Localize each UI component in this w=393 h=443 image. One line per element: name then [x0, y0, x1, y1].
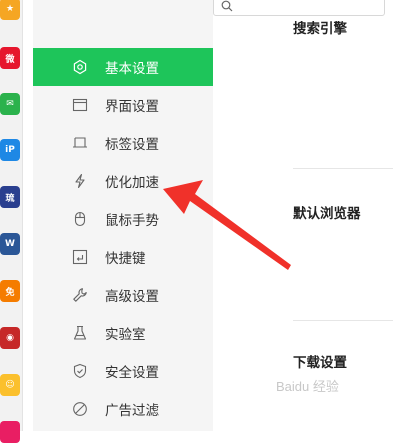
sidebar-item-label: 安全设置: [105, 365, 159, 381]
sidebar-item-label: 基本设置: [105, 61, 159, 77]
shield-icon: [71, 362, 89, 380]
sidebar-item-label: 鼠标手势: [105, 213, 159, 229]
novel-app-icon[interactable]: 免: [0, 280, 20, 302]
sidebar-item-label: 标签设置: [105, 137, 159, 153]
settings-sidebar: 基本设置 界面设置 标签设置 优化加速 鼠标手势 快捷键 高级设置 实验室 安全…: [33, 0, 213, 431]
sidebar-item-label: 实验室: [105, 327, 146, 343]
sidebar-item-ad-filter[interactable]: 广告过滤: [33, 390, 213, 428]
sidebar-item-security-settings[interactable]: 安全设置: [33, 352, 213, 390]
shortcut-key-icon: [71, 248, 89, 266]
divider: [293, 168, 393, 169]
panda-app-icon[interactable]: ◉: [0, 327, 20, 349]
sidebar-item-interface-settings[interactable]: 界面设置: [33, 86, 213, 124]
favorites-icon[interactable]: ★: [0, 0, 20, 20]
ip-app-icon[interactable]: iP: [0, 139, 20, 161]
section-title-default-browser: 默认浏览器: [293, 206, 361, 222]
red-app-icon[interactable]: [0, 421, 20, 443]
divider: [293, 320, 393, 321]
section-title-download-settings: 下载设置: [293, 355, 347, 371]
search-icon: [221, 0, 233, 12]
sidebar-item-label: 快捷键: [105, 251, 146, 267]
block-icon: [71, 400, 89, 418]
sidebar-item-basic-settings[interactable]: 基本设置: [33, 48, 213, 86]
watermark: Baidu 经验: [276, 379, 339, 394]
sidebar-item-lab[interactable]: 实验室: [33, 314, 213, 352]
word-app-icon[interactable]: W: [0, 233, 20, 255]
lightning-icon: [71, 172, 89, 190]
sidebar-item-advanced-settings[interactable]: 高级设置: [33, 276, 213, 314]
sidebar-item-label: 优化加速: [105, 175, 159, 191]
sidebar-item-optimize-accelerate[interactable]: 优化加速: [33, 162, 213, 200]
sidebar-item-label: 界面设置: [105, 99, 159, 115]
mouse-icon: [71, 210, 89, 228]
weibo-icon[interactable]: 微: [0, 47, 20, 69]
sidebar-item-label: 广告过滤: [105, 403, 159, 419]
mail-icon[interactable]: ✉: [0, 93, 20, 115]
window-icon: [71, 96, 89, 114]
gear-icon: [71, 58, 89, 76]
flask-icon: [71, 324, 89, 342]
tab-icon: [71, 134, 89, 152]
sidebar-item-mouse-gestures[interactable]: 鼠标手势: [33, 200, 213, 238]
search-input[interactable]: [213, 0, 385, 16]
news-app-icon[interactable]: 琉: [0, 186, 20, 208]
sidebar-item-shortcuts[interactable]: 快捷键: [33, 238, 213, 276]
section-title-search-engine: 搜索引擎: [293, 21, 347, 37]
wrench-icon: [71, 286, 89, 304]
sidebar-item-tab-settings[interactable]: 标签设置: [33, 124, 213, 162]
anime-app-icon[interactable]: ☺: [0, 374, 20, 396]
app-dock: ★ 微 ✉ iP 琉 W 免 ◉ ☺: [0, 0, 23, 443]
sidebar-item-label: 高级设置: [105, 289, 159, 305]
